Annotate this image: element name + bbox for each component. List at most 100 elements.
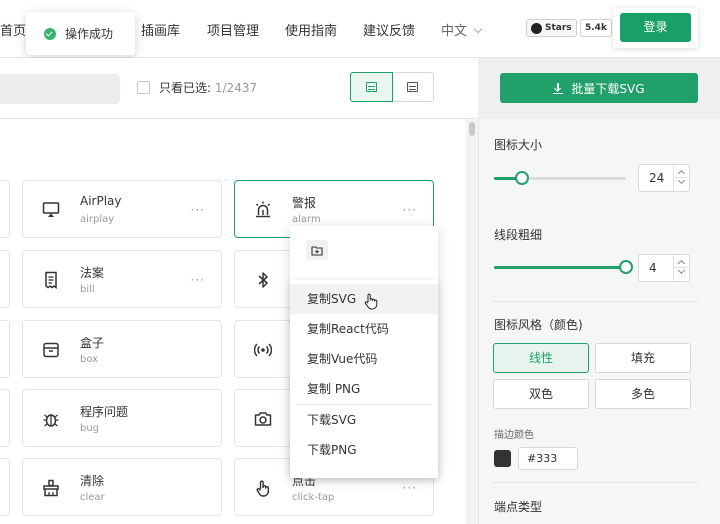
panel-divider (493, 482, 698, 483)
icon-en-name: click-tap (292, 492, 335, 503)
selected-count: 1/2437 (214, 81, 258, 95)
nav-feedback[interactable]: 建议反馈 (363, 20, 415, 39)
stepper-arrows[interactable] (673, 165, 689, 191)
more-button[interactable]: ··· (191, 203, 205, 217)
stroke-width-slider-handle[interactable] (619, 260, 633, 274)
icon-en-name: clear (80, 492, 105, 503)
icon-en-name: bill (80, 284, 95, 295)
bulk-download-label: 批量下载SVG (571, 81, 645, 96)
github-icon (531, 22, 542, 34)
more-button[interactable]: ··· (403, 203, 417, 217)
style-filled-button[interactable]: 填充 (595, 343, 691, 373)
more-button[interactable]: ··· (403, 481, 417, 495)
folder-add-icon (311, 245, 323, 256)
card-edge[interactable] (0, 250, 10, 308)
success-toast: 操作成功 (26, 12, 135, 55)
icon-en-name: box (80, 354, 99, 365)
more-button[interactable]: ··· (191, 273, 205, 287)
icon-name: AirPlay (80, 194, 122, 208)
only-selected-text: 只看已选: (159, 81, 212, 95)
icon-size-slider-handle[interactable] (515, 171, 529, 185)
airplay-icon (42, 202, 60, 217)
search-input[interactable] (0, 74, 120, 104)
icon-card-box[interactable]: 盒子 box (22, 320, 222, 378)
nav-home[interactable]: 首页 (0, 20, 26, 39)
icon-size-stepper[interactable]: 24 (638, 164, 690, 192)
github-stars-label: Stars (545, 23, 572, 33)
only-selected-label: 只看已选: 1/2437 (159, 79, 257, 96)
view-toggle (350, 72, 434, 102)
github-stars-button[interactable]: Stars (526, 19, 577, 37)
icon-name: 警报 (292, 196, 317, 210)
stroke-width-slider-fill (494, 266, 626, 269)
panel-divider (493, 301, 698, 302)
card-edge[interactable] (0, 320, 10, 378)
stroke-color-input[interactable]: #333 (518, 447, 578, 470)
chevron-down-icon (677, 266, 686, 275)
broadcast-icon (254, 343, 272, 357)
endpoint-type-label: 端点类型 (494, 500, 543, 514)
add-to-project-button[interactable] (306, 240, 328, 260)
stroke-color-label: 描边颜色 (494, 430, 534, 441)
login-highlight: 登录 (613, 8, 698, 48)
icon-size-label: 图标大小 (494, 138, 543, 152)
language-label: 中文 (441, 24, 468, 39)
bug-icon (43, 414, 59, 427)
menu-item-label: 复制SVG (307, 292, 357, 306)
icon-card-clear[interactable]: 清除 clear (22, 458, 222, 516)
copy-download-menu: 复制SVG 复制React代码 复制Vue代码 复制 PNG 下载SVG 下载P… (290, 280, 438, 478)
icon-en-name: bug (80, 423, 100, 434)
menu-download-png[interactable]: 下载PNG (290, 435, 438, 465)
login-button[interactable]: 登录 (620, 13, 691, 42)
menu-download-svg[interactable]: 下载SVG (290, 405, 438, 435)
nav-illustrations[interactable]: 插画库 (141, 20, 180, 39)
hand-cursor-icon (364, 293, 378, 310)
view-grid-button[interactable] (392, 73, 433, 101)
content-scrollbar[interactable] (466, 119, 478, 524)
menu-copy-vue[interactable]: 复制Vue代码 (290, 344, 438, 374)
nav-guide[interactable]: 使用指南 (285, 20, 337, 39)
only-selected-checkbox[interactable] (137, 81, 150, 94)
grid-view-icon (407, 82, 418, 92)
card-edge[interactable] (0, 458, 10, 516)
menu-copy-svg[interactable]: 复制SVG (290, 284, 438, 314)
icon-name: 清除 (80, 474, 105, 488)
success-check-icon (44, 27, 56, 40)
icon-name: 程序问题 (80, 405, 129, 419)
bluetooth-icon (258, 272, 268, 288)
card-edge[interactable] (0, 389, 10, 447)
style-multi-color-button[interactable]: 多色 (595, 379, 691, 409)
stepper-arrows[interactable] (673, 255, 689, 281)
stroke-width-value: 4 (649, 261, 657, 275)
alarm-icon (255, 201, 271, 218)
download-icon (553, 82, 564, 94)
list-view-icon (366, 82, 377, 92)
nav-projects[interactable]: 项目管理 (207, 20, 259, 39)
toast-text: 操作成功 (65, 27, 114, 41)
chevron-down-icon (677, 176, 686, 185)
icon-en-name: airplay (80, 214, 115, 225)
style-two-tone-button[interactable]: 双色 (493, 379, 589, 409)
bill-icon (45, 271, 57, 289)
menu-copy-png[interactable]: 复制 PNG (290, 374, 438, 404)
icon-style-label: 图标风格（颜色) (494, 318, 583, 332)
scrollbar-thumb[interactable] (469, 122, 475, 136)
icon-card-airplay[interactable]: AirPlay airplay ··· (22, 180, 222, 238)
icon-card-bill[interactable]: 法案 bill ··· (22, 250, 222, 308)
click-tap-icon (256, 480, 269, 497)
view-list-button[interactable] (350, 72, 393, 102)
bulk-download-button[interactable]: 批量下载SVG (500, 73, 698, 103)
stroke-width-label: 线段粗细 (494, 228, 543, 242)
stroke-width-stepper[interactable]: 4 (638, 254, 690, 282)
language-select[interactable]: 中文 (441, 20, 483, 39)
stroke-color-swatch[interactable] (494, 450, 511, 467)
menu-copy-react[interactable]: 复制React代码 (290, 314, 438, 344)
card-edge[interactable] (0, 180, 10, 238)
box-icon (43, 342, 59, 358)
clear-icon (43, 479, 59, 497)
icon-card-bug[interactable]: 程序问题 bug (22, 389, 222, 447)
style-outline-button[interactable]: 线性 (493, 343, 589, 373)
icon-en-name: alarm (292, 214, 321, 225)
github-stars-count[interactable]: 5.4k (580, 19, 612, 37)
icon-size-value: 24 (649, 171, 665, 185)
